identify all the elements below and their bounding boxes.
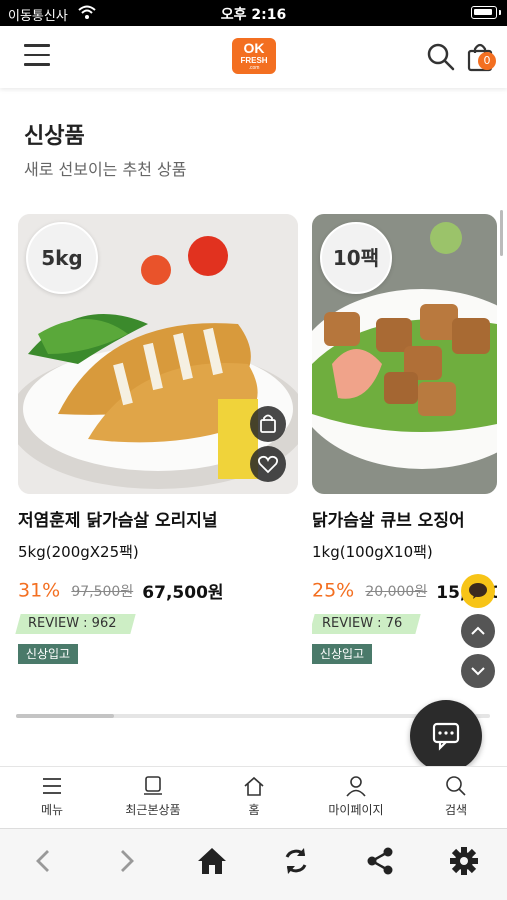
tab-menu[interactable]: 메뉴 bbox=[20, 767, 84, 829]
weight-badge: 5kg bbox=[26, 222, 98, 294]
home-icon[interactable] bbox=[196, 845, 228, 877]
tab-mypage[interactable]: 마이페이지 bbox=[316, 767, 396, 829]
home-icon bbox=[244, 776, 264, 796]
product-name[interactable]: 저염훈제 닭가슴살 오리지널 bbox=[18, 506, 298, 531]
discount-rate: 31% bbox=[18, 579, 61, 602]
chat-bubble-icon bbox=[432, 722, 460, 751]
tab-recent[interactable]: 최근본상품 bbox=[108, 767, 198, 829]
app-header: OK FRESH .com bbox=[0, 26, 507, 88]
new-arrival-badge: 신상입고 bbox=[18, 644, 78, 664]
add-to-cart-icon[interactable] bbox=[250, 406, 286, 442]
carousel-scrollbar-thumb[interactable] bbox=[16, 714, 114, 718]
scroll-up-button[interactable] bbox=[461, 614, 495, 648]
person-icon bbox=[346, 776, 366, 797]
back-icon[interactable] bbox=[28, 845, 60, 877]
price-row: 31% 97,500원 67,500원 bbox=[18, 578, 298, 604]
refresh-icon[interactable] bbox=[280, 845, 312, 877]
settings-icon[interactable] bbox=[448, 845, 480, 877]
bottom-tab-bar: 메뉴 최근본상품 홈 마이페이지 검색 bbox=[0, 766, 507, 828]
search-icon bbox=[446, 776, 466, 796]
vertical-scrollbar[interactable] bbox=[500, 210, 503, 256]
review-count: REVIEW : 76 bbox=[312, 614, 421, 634]
product-card[interactable]: 5kg 저염훈제 닭가슴살 오리지널 5kg(200gX25팩) 31% 97,… bbox=[15, 214, 298, 664]
forward-icon[interactable] bbox=[110, 845, 142, 877]
section-subtitle: 새로 선보이는 추천 상품 bbox=[24, 160, 187, 179]
browser-toolbar bbox=[0, 828, 507, 900]
section-title: 신상품 bbox=[24, 124, 85, 149]
product-image[interactable]: 5kg bbox=[18, 214, 298, 494]
chat-button[interactable] bbox=[410, 700, 482, 772]
product-image[interactable]: 10팩 bbox=[312, 214, 497, 494]
weight-badge: 10팩 bbox=[320, 222, 392, 294]
clock: 오후 2:16 bbox=[220, 7, 287, 23]
tab-search[interactable]: 검색 bbox=[424, 767, 488, 829]
status-bar: 이동통신사 오후 2:16 bbox=[0, 0, 507, 26]
product-spec: 1kg(100gX10팩) bbox=[312, 543, 433, 561]
recent-icon bbox=[144, 776, 162, 795]
wishlist-heart-icon[interactable] bbox=[250, 446, 286, 482]
okfresh-logo[interactable]: OK FRESH .com bbox=[232, 38, 276, 74]
hamburger-menu-icon[interactable] bbox=[24, 44, 52, 68]
review-count: REVIEW : 962 bbox=[15, 614, 136, 634]
search-icon[interactable] bbox=[426, 42, 456, 72]
original-price: 20,000원 bbox=[365, 583, 428, 600]
original-price: 97,500원 bbox=[71, 583, 134, 600]
new-arrival-badge: 신상입고 bbox=[312, 644, 372, 664]
discount-rate: 25% bbox=[312, 579, 355, 602]
tab-home[interactable]: 홈 bbox=[222, 767, 286, 829]
cart-count-badge: 0 bbox=[478, 52, 496, 70]
product-name[interactable]: 닭가슴살 큐브 오징어 bbox=[312, 506, 497, 531]
sale-price: 67,500원 bbox=[142, 583, 224, 603]
menu-icon bbox=[43, 778, 61, 794]
kakao-chat-button[interactable] bbox=[461, 574, 495, 608]
scroll-down-button[interactable] bbox=[461, 654, 495, 688]
product-spec: 5kg(200gX25팩) bbox=[18, 543, 139, 561]
battery-icon bbox=[471, 6, 497, 19]
share-icon[interactable] bbox=[364, 845, 396, 877]
